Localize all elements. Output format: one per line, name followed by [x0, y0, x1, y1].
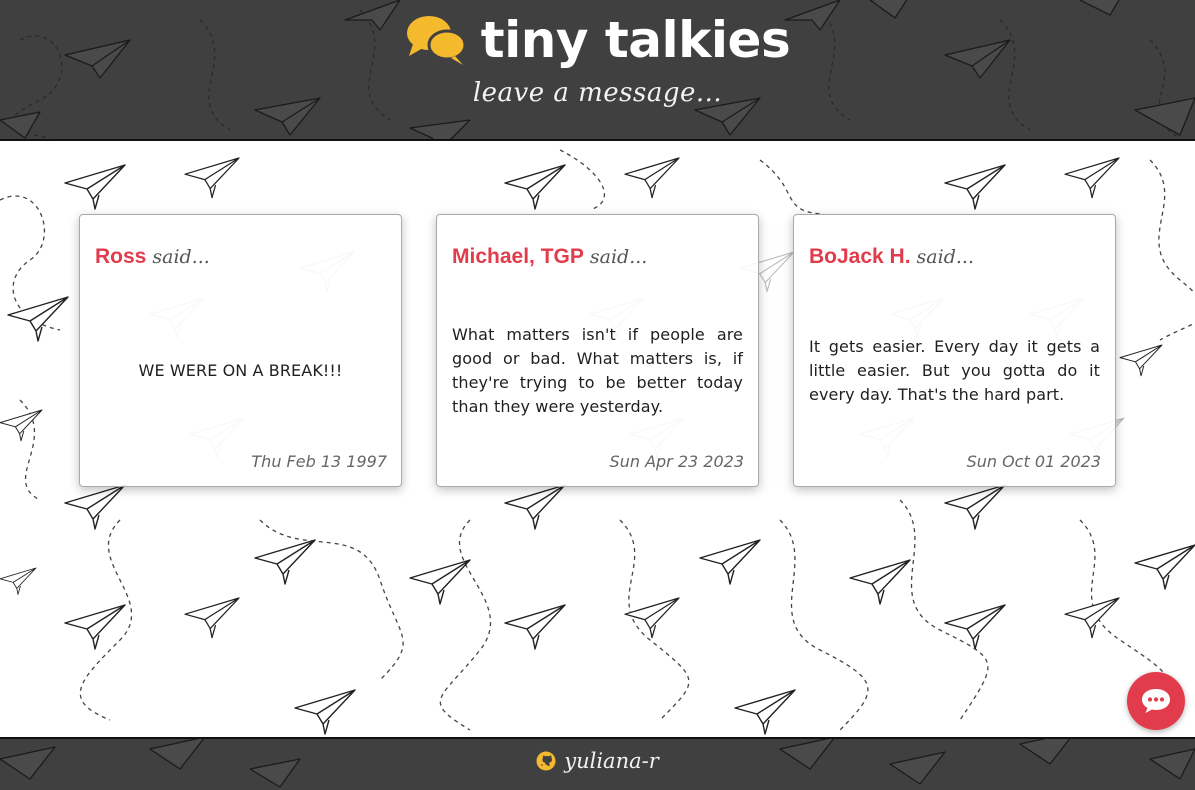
speech-bubbles-icon: [406, 16, 467, 65]
message-date: Sun Oct 01 2023: [966, 452, 1101, 471]
message-date: Sun Apr 23 2023: [609, 452, 744, 471]
card-header: Ross said...: [95, 243, 210, 270]
said-label: said...: [152, 246, 210, 268]
card-header: BoJack H. said...: [809, 243, 974, 270]
github-link[interactable]: yuliana-r: [0, 749, 1195, 776]
message-body: What matters isn't if people are good or…: [452, 281, 743, 461]
new-message-button[interactable]: [1127, 672, 1185, 730]
author-name: Michael, TGP: [452, 245, 584, 268]
site-footer: yuliana-r: [0, 737, 1195, 790]
chat-dots-icon: [1142, 689, 1170, 713]
message-card: Michael, TGP said... What matters isn't i…: [436, 214, 759, 487]
said-label: said...: [916, 246, 974, 268]
message-body: It gets easier. Every day it gets a litt…: [809, 281, 1100, 461]
github-username: yuliana-r: [564, 749, 659, 773]
said-label: said...: [589, 246, 648, 268]
message-board: Ross said... WE WERE ON A BREAK!!! Thu Fe…: [0, 141, 1195, 737]
brand[interactable]: tiny talkies: [0, 10, 1195, 70]
message-body: WE WERE ON A BREAK!!!: [95, 281, 386, 461]
message-card: BoJack H. said... It gets easier. Every d…: [793, 214, 1116, 487]
message-card: Ross said... WE WERE ON A BREAK!!! Thu Fe…: [79, 214, 402, 487]
site-header: tiny talkies leave a message...: [0, 0, 1195, 141]
github-icon: [536, 751, 556, 771]
message-text: WE WERE ON A BREAK!!!: [138, 361, 343, 380]
card-header: Michael, TGP said...: [452, 243, 647, 270]
message-date: Thu Feb 13 1997: [251, 452, 387, 471]
author-name: BoJack H.: [809, 245, 911, 268]
author-name: Ross: [95, 245, 147, 268]
site-subtitle: leave a message...: [472, 78, 723, 108]
site-title: tiny talkies: [480, 11, 791, 69]
message-text: It gets easier. Every day it gets a litt…: [809, 337, 1100, 404]
message-text: What matters isn't if people are good or…: [452, 325, 743, 416]
